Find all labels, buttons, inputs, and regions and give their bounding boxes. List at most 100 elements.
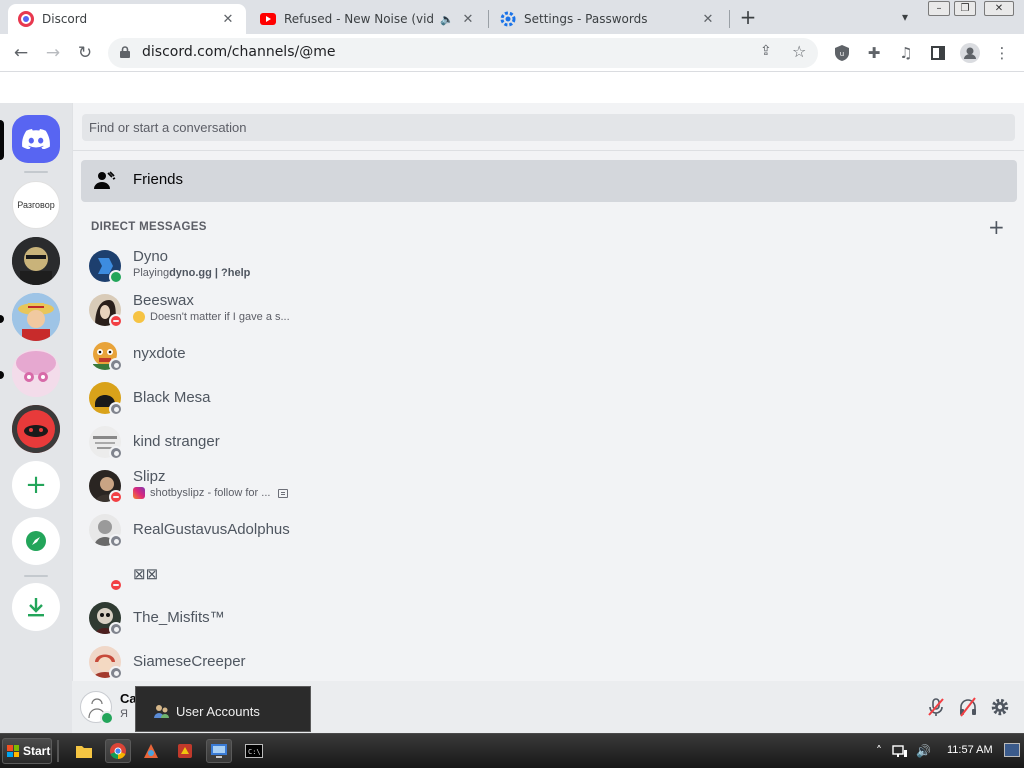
close-tab-icon[interactable]: ✕ <box>460 12 476 27</box>
media-controls-icon[interactable]: ♫ <box>896 43 916 63</box>
close-tab-icon[interactable]: ✕ <box>700 12 716 27</box>
plus-icon: + <box>25 470 47 500</box>
extensions-puzzle-icon[interactable]: ✚ <box>864 43 884 63</box>
avatar <box>89 426 123 460</box>
tab-youtube[interactable]: Refused - New Noise (video) 🔈 ✕ <box>250 4 486 34</box>
show-desktop-icon[interactable] <box>1004 743 1020 757</box>
direct-messages-header: DIRECT MESSAGES <box>91 221 207 233</box>
share-icon[interactable]: ⇪ <box>760 43 772 59</box>
tab-discord[interactable]: Discord ✕ <box>8 4 246 34</box>
status-offline-icon <box>109 534 123 548</box>
dm-item-unknown[interactable]: ⊠⊠ <box>81 552 1017 596</box>
server-razgovor[interactable]: Разговор <box>12 181 60 229</box>
chrome-icon[interactable] <box>105 739 131 763</box>
download-apps-button[interactable] <box>12 583 60 631</box>
address-bar[interactable]: discord.com/channels/@me ⇪ ☆ <box>108 38 818 68</box>
bookmark-star-icon[interactable]: ☆ <box>792 42 806 61</box>
side-panel-icon[interactable] <box>928 43 948 63</box>
game-app-icon[interactable] <box>172 739 198 763</box>
friends-wave-icon <box>93 169 117 193</box>
taskbar-divider <box>57 740 59 762</box>
status-dnd-icon <box>109 314 123 328</box>
avatar <box>89 470 123 504</box>
minimize-window-button[interactable]: – <box>928 1 950 16</box>
dm-item-realgustavusadolphus[interactable]: RealGustavusAdolphus <box>81 508 1017 552</box>
chrome-menu-icon[interactable]: ⋮ <box>992 43 1012 63</box>
restore-window-button[interactable]: ❐ <box>954 1 976 16</box>
dm-custom-status: Doesn't matter if I gave a s... <box>133 311 290 323</box>
dm-item-black-mesa[interactable]: Black Mesa <box>81 376 1017 420</box>
dm-item-dyno[interactable]: Dyno Playing dyno.gg | ?help <box>81 244 1017 288</box>
dm-custom-status: shotbyslipz - follow for ... <box>133 487 289 499</box>
discord-favicon-icon <box>18 11 34 27</box>
taskbar-clock[interactable]: 11:57 AM <box>947 744 993 756</box>
status-online-icon <box>109 270 123 284</box>
friends-nav-item[interactable]: Friends <box>81 160 1017 202</box>
avatar <box>89 382 123 416</box>
mute-microphone-icon[interactable] <box>924 695 948 719</box>
close-window-button[interactable]: ✕ <box>984 1 1014 16</box>
create-dm-plus-icon[interactable]: + <box>988 217 1005 237</box>
url-text: discord.com/channels/@me <box>142 44 336 60</box>
file-explorer-icon[interactable] <box>71 739 97 763</box>
user-custom-status: Я <box>120 708 128 720</box>
start-button[interactable]: Start <box>2 738 52 764</box>
tab-search-chevron-icon[interactable]: ▾ <box>895 6 915 28</box>
avatar <box>89 250 123 284</box>
control-panel-icon[interactable] <box>206 739 232 763</box>
dm-name: RealGustavusAdolphus <box>133 521 290 538</box>
reload-icon[interactable]: ↻ <box>72 40 98 66</box>
dm-name: Beeswax <box>133 292 194 309</box>
dm-item-kind-stranger[interactable]: kind stranger <box>81 420 1017 464</box>
dm-item-siamesecreeper[interactable]: SiameseCreeper <box>81 640 1017 684</box>
user-settings-gear-icon[interactable] <box>988 695 1012 719</box>
explore-servers-button[interactable] <box>12 517 60 565</box>
dm-name: Black Mesa <box>133 389 211 406</box>
status-online-icon <box>100 711 114 725</box>
server-avatar-red[interactable] <box>12 405 60 453</box>
rich-presence-icon <box>278 488 289 498</box>
dm-item-the-misfits[interactable]: The_Misfits™ <box>81 596 1017 640</box>
speaker-icon[interactable]: 🔈 <box>440 13 454 26</box>
command-prompt-icon[interactable]: C:\ <box>241 739 267 763</box>
dm-name: ⊠⊠ <box>133 566 159 583</box>
unread-pill <box>0 315 4 323</box>
lock-icon[interactable] <box>120 46 130 58</box>
tab-settings-passwords[interactable]: Settings - Passwords ✕ <box>490 4 726 34</box>
avatar <box>89 294 123 328</box>
tab-title: Discord <box>42 12 88 26</box>
server-avatar-straw-hat[interactable] <box>12 293 60 341</box>
home-discord-icon[interactable] <box>12 115 60 163</box>
friends-label: Friends <box>133 171 184 188</box>
profile-avatar-icon[interactable] <box>960 43 980 63</box>
emoji-icon <box>133 311 145 323</box>
avatar <box>89 602 123 636</box>
dm-name: kind stranger <box>133 433 220 450</box>
dm-item-beeswax[interactable]: Beeswax Doesn't matter if I gave a s... <box>81 288 1017 332</box>
deafen-headphones-icon[interactable] <box>956 695 980 719</box>
server-avatar-anime[interactable] <box>12 349 60 397</box>
volume-speaker-icon[interactable]: 🔊 <box>916 744 931 758</box>
add-server-button[interactable]: + <box>12 461 60 509</box>
selected-pill <box>0 120 4 160</box>
tooltip-label: User Accounts <box>176 704 260 719</box>
paint-app-icon[interactable] <box>138 739 164 763</box>
show-hidden-icons-chevron-icon[interactable]: ˄ <box>876 744 882 758</box>
ublock-shield-icon[interactable]: u <box>832 43 852 63</box>
dm-item-nyxdote[interactable]: nyxdote <box>81 332 1017 376</box>
avatar <box>89 514 123 548</box>
status-offline-icon <box>109 666 123 680</box>
server-avatar-football[interactable] <box>12 237 60 285</box>
network-icon[interactable] <box>892 744 908 761</box>
dm-name: Dyno <box>133 248 169 265</box>
forward-arrow-icon[interactable]: → <box>40 40 66 66</box>
user-accounts-tooltip[interactable]: User Accounts <box>135 686 311 732</box>
youtube-favicon-icon <box>260 11 276 27</box>
server-divider <box>24 171 48 173</box>
new-tab-button[interactable]: + <box>737 6 759 28</box>
close-tab-icon[interactable]: ✕ <box>220 12 236 27</box>
back-arrow-icon[interactable]: ← <box>8 40 34 66</box>
dm-item-slipz[interactable]: Slipz shotbyslipz - follow for ... <box>81 464 1017 508</box>
find-conversation-input[interactable]: Find or start a conversation <box>82 114 1015 141</box>
tab-title: Refused - New Noise (video) <box>284 12 435 26</box>
